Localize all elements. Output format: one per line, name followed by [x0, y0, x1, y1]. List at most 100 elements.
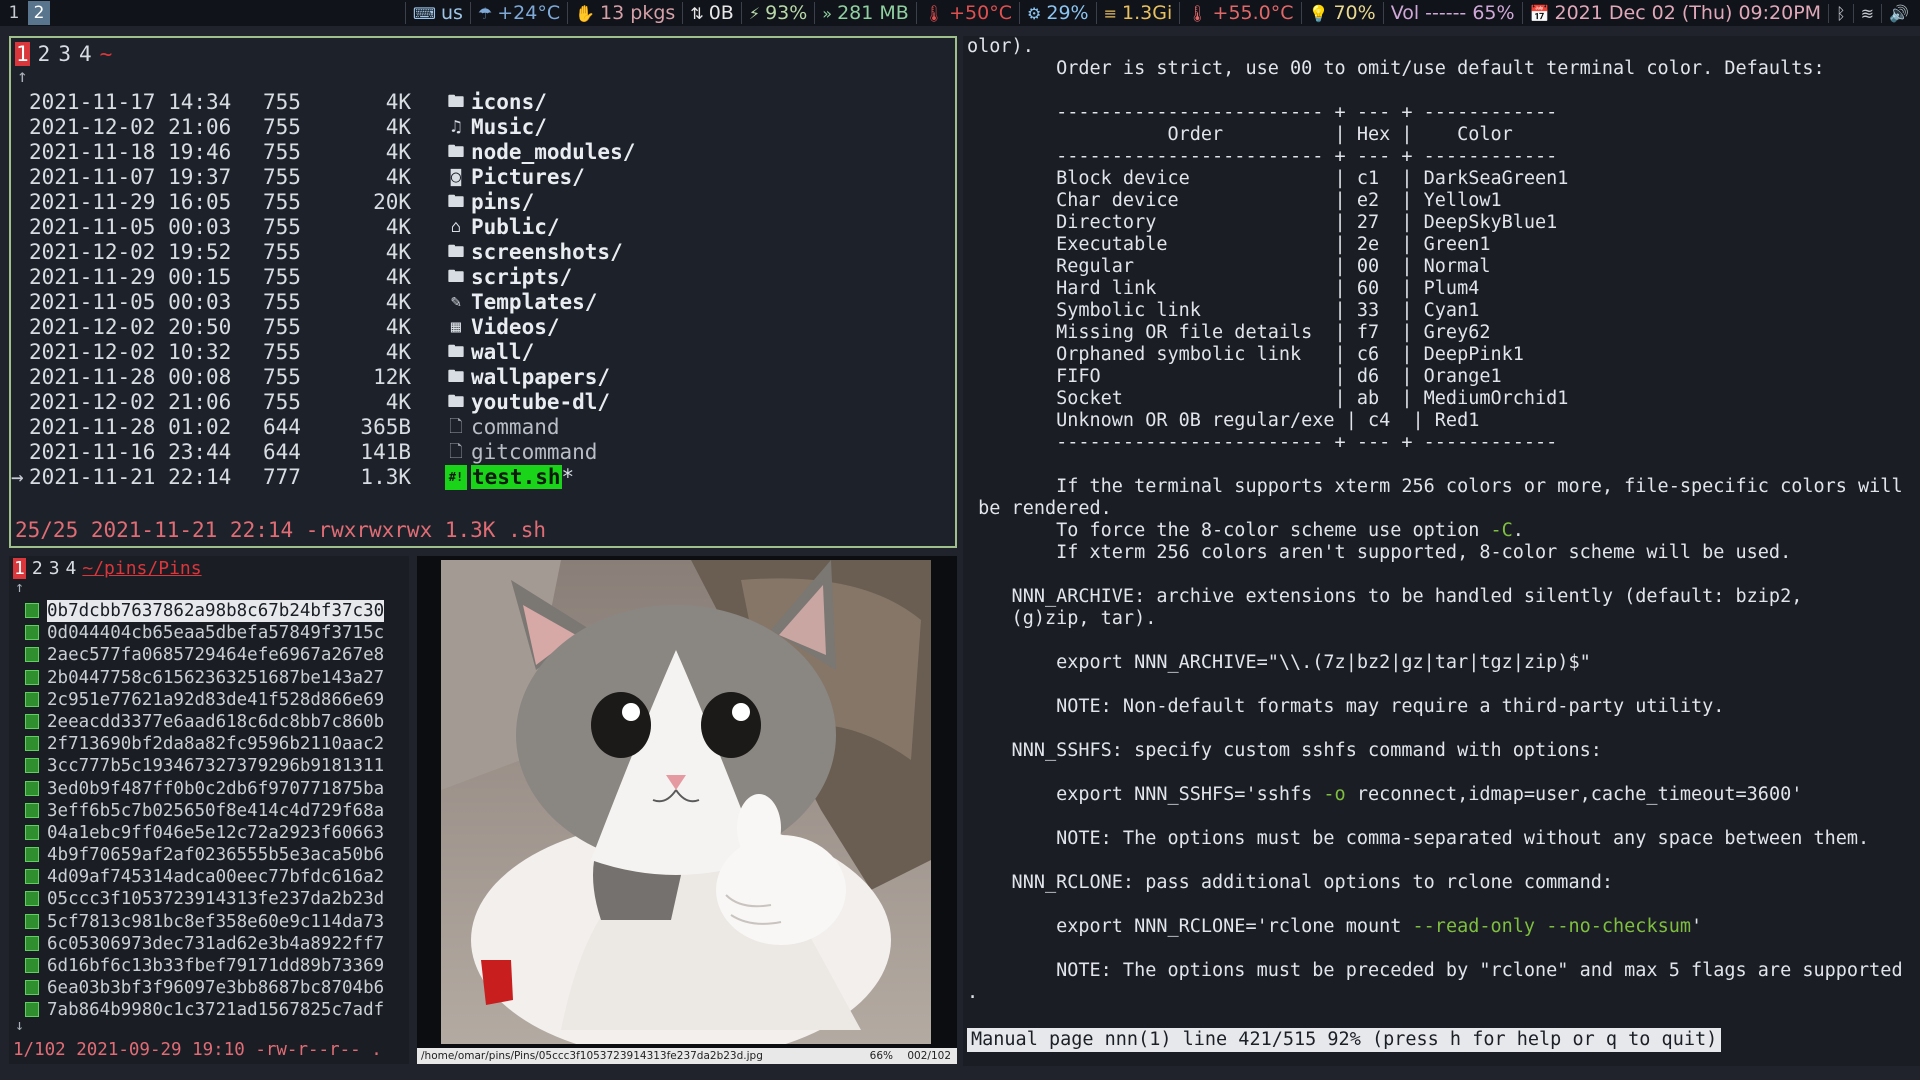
- context-tab-2[interactable]: 2: [38, 42, 51, 66]
- file-row[interactable]: 2021-11-16 23:44 644 141B 🗋 gitcommand: [11, 440, 955, 465]
- pin-file-row[interactable]: 3cc777b5c193467327379296b9181311: [9, 755, 409, 777]
- pin-file-row[interactable]: 05ccc3f1053723914313fe237da2b23d: [9, 888, 409, 910]
- workspace-1[interactable]: 1: [3, 1, 25, 25]
- pin-file-row[interactable]: 3ed0b9f487ff0b0c2db6f970771875ba: [9, 778, 409, 800]
- pin-file-row[interactable]: 0d044404cb65eaa5dbefa57849f3715c: [9, 622, 409, 644]
- memory-module[interactable]: » 281 MB: [814, 2, 916, 24]
- calendar-module[interactable]: 📅 2021 Dec 02 (Thu) 09:20PM: [1521, 2, 1829, 24]
- pin-file-row[interactable]: 0b7dcbb7637862a98b8c67b24bf37c30: [9, 600, 409, 623]
- pins-context-tab-4[interactable]: 4: [66, 558, 77, 579]
- image-preview-pane: /home/omar/pins/Pins/05ccc3f105372391431…: [417, 556, 957, 1064]
- file-row[interactable]: 2021-11-17 14:34 755 4K 🖿 icons/: [11, 90, 955, 115]
- file-row[interactable]: 2021-11-29 00:15 755 4K 🖿 scripts/: [11, 265, 955, 290]
- file-date: 2021-11-16 23:44: [29, 440, 232, 464]
- file-row[interactable]: 2021-12-02 20:50 755 4K ▦ Videos/: [11, 315, 955, 340]
- pin-file-row[interactable]: 6ea03b3bf3f96097e3bb8687bc8704b6: [9, 977, 409, 999]
- image-file-icon: [25, 869, 39, 885]
- file-row[interactable]: 2021-12-02 21:06 755 4K ♫ Music/: [11, 115, 955, 140]
- man-line: NNN_RCLONE: pass additional options to r…: [967, 872, 1614, 893]
- pin-file-row[interactable]: 4d09af745314adca00eec77bfdc616a2: [9, 866, 409, 888]
- battery-value: 93%: [765, 2, 808, 24]
- nnn-file-manager-pane[interactable]: 1 2 3 4 ~ ↑ 2021-11-17 14:34 755 4K 🖿 icons/…: [9, 36, 957, 548]
- file-size: 365B: [360, 415, 411, 439]
- file-date: 2021-11-29 16:05: [29, 190, 232, 214]
- cursor-arrow-icon: →: [11, 465, 24, 489]
- keyboard-module[interactable]: ⌨ us: [404, 2, 470, 24]
- man-page-terminal[interactable]: olor). Order is strict, use 00 to omit/u…: [963, 36, 1920, 1066]
- man-line: NNN_ARCHIVE: archive extensions to be ha…: [967, 586, 1803, 607]
- file-date: 2021-11-07 19:37: [29, 165, 232, 189]
- pin-file-row[interactable]: 7ab864b9980c1c3721ad1567825c7adf: [9, 999, 409, 1021]
- ipc-module[interactable]: ⇅ 0B: [682, 2, 741, 24]
- preview-index: 002/102: [907, 1050, 951, 1062]
- pin-file-row[interactable]: 5cf7813c981bc8ef358e60e9c114da73: [9, 911, 409, 933]
- pins-context-tab-3[interactable]: 3: [49, 558, 60, 579]
- pin-file-name: 4d09af745314adca00eec77bfdc616a2: [47, 867, 385, 888]
- man-line: Symbolic link | 33 | Cyan1: [967, 300, 1480, 321]
- pin-file-row[interactable]: 2f713690bf2da8a82fc9596b2110aac2: [9, 733, 409, 755]
- cpu-module[interactable]: ⚙ 29%: [1019, 2, 1096, 24]
- file-row[interactable]: 2021-11-28 00:08 755 12K 🖿 wallpapers/: [11, 365, 955, 390]
- file-row[interactable]: 2021-12-02 19:52 755 4K 🖿 screenshots/: [11, 240, 955, 265]
- pin-file-row[interactable]: 4b9f70659af2af0236555b5e3aca50b6: [9, 844, 409, 866]
- pins-context-tab-1[interactable]: 1: [13, 558, 26, 579]
- folder-icon: 🖿: [447, 92, 465, 112]
- file-row[interactable]: 2021-11-28 01:02 644 365B 🗋 command: [11, 415, 955, 440]
- pin-file-row[interactable]: 2b0447758c61562363251687be143a27: [9, 667, 409, 689]
- man-line: [967, 806, 1903, 828]
- file-row[interactable]: → 2021-11-21 22:14 777 1.3K #! test.sh*: [11, 465, 955, 490]
- pin-file-row[interactable]: 6d16bf6c13b33fbef79171dd89b73369: [9, 955, 409, 977]
- speaker-module[interactable]: 🔊: [1881, 3, 1916, 23]
- context-tab-4[interactable]: 4: [79, 42, 92, 66]
- pin-file-name: 2b0447758c61562363251687be143a27: [47, 667, 385, 688]
- volume-module[interactable]: Vol ------ 65%: [1382, 2, 1522, 24]
- wifi-module[interactable]: ≋: [1852, 3, 1881, 23]
- man-line: Regular | 00 | Normal: [967, 256, 1491, 277]
- pin-file-row[interactable]: 04a1ebc9ff046e5e12c72a2923f60663: [9, 822, 409, 844]
- bluetooth-module[interactable]: ᛒ: [1828, 3, 1853, 23]
- pin-file-row[interactable]: 2c951e77621a92d83de41f528d866e69: [9, 689, 409, 711]
- pins-context-tabs: 1 2 3 4 ~/pins/Pins: [13, 558, 202, 579]
- file-size: 4K: [385, 215, 411, 239]
- pin-file-row[interactable]: 2aec577fa0685729464efe6967a267e8: [9, 644, 409, 666]
- pins-context-tab-2[interactable]: 2: [32, 558, 43, 579]
- file-row[interactable]: 2021-12-02 10:32 755 4K 🖿 wall/: [11, 340, 955, 365]
- folder-icon: 🖿: [447, 342, 465, 362]
- image-file-icon: [25, 958, 39, 973]
- image-file-icon: [25, 625, 39, 641]
- package-module[interactable]: ✋ 13 pkgs: [567, 2, 682, 24]
- file-row[interactable]: 2021-11-18 19:46 755 4K 🖿 node_modules/: [11, 140, 955, 165]
- man-line: (g)zip, tar).: [967, 608, 1157, 629]
- man-line: [967, 718, 1903, 740]
- file-row[interactable]: 2021-12-02 21:06 755 4K 🖿 youtube-dl/: [11, 390, 955, 415]
- pins-file-manager-pane[interactable]: 1 2 3 4 ~/pins/Pins ↑ 0b7dcbb7637862a98b…: [9, 556, 409, 1064]
- package-icon: ✋: [575, 3, 596, 23]
- brightness-module[interactable]: 💡 70%: [1300, 2, 1383, 24]
- ram-module[interactable]: ≡ 1.3Gi: [1095, 2, 1180, 24]
- context-tab-1[interactable]: 1: [15, 42, 30, 66]
- temperature-module[interactable]: 🌡 +55.0°C: [1179, 2, 1300, 24]
- pin-file-row[interactable]: 3eff6b5c7b025650f8e414c4d729f68a: [9, 800, 409, 822]
- file-name-cell: scripts/: [471, 265, 572, 290]
- file-size: 4K: [385, 390, 411, 414]
- image-file-icon: [25, 691, 39, 707]
- file-row[interactable]: 2021-11-29 16:05 755 20K 🖿 pins/: [11, 190, 955, 215]
- image-file-icon: [25, 647, 39, 663]
- paperclip-icon: ✎: [450, 292, 462, 312]
- image-file-icon: [25, 758, 39, 774]
- battery-module[interactable]: ⚡ 93%: [740, 2, 814, 24]
- cat-thumbs-up-image: [441, 560, 931, 1044]
- file-row[interactable]: 2021-11-05 00:03 755 4K ✎ Templates/: [11, 290, 955, 315]
- weather-module[interactable]: ☂ +24°C: [469, 2, 567, 24]
- status-bar: 1 2 ⌨ us ☂ +24°C ✋ 13 pkgs ⇅ 0B ⚡ 93%» 281 MB 🌡 +50°…: [0, 0, 1920, 26]
- pin-file-row[interactable]: 2eeacdd3377e6aad618c6dc8bb7c860b: [9, 711, 409, 733]
- file-row[interactable]: 2021-11-05 00:03 755 4K ⌂ Public/: [11, 215, 955, 240]
- file-row[interactable]: 2021-11-07 19:37 755 4K ◙ Pictures/: [11, 165, 955, 190]
- pin-file-row[interactable]: 6c05306973dec731ad62e3b4a8922ff7: [9, 933, 409, 955]
- file-name: Music/: [471, 115, 547, 139]
- file-date: 2021-11-18 19:46: [29, 140, 232, 164]
- cpu-temp-module[interactable]: 🌡 +50°C: [915, 2, 1019, 24]
- file-permissions: 755: [263, 165, 301, 189]
- workspace-2[interactable]: 2: [28, 1, 50, 25]
- context-tab-3[interactable]: 3: [58, 42, 71, 66]
